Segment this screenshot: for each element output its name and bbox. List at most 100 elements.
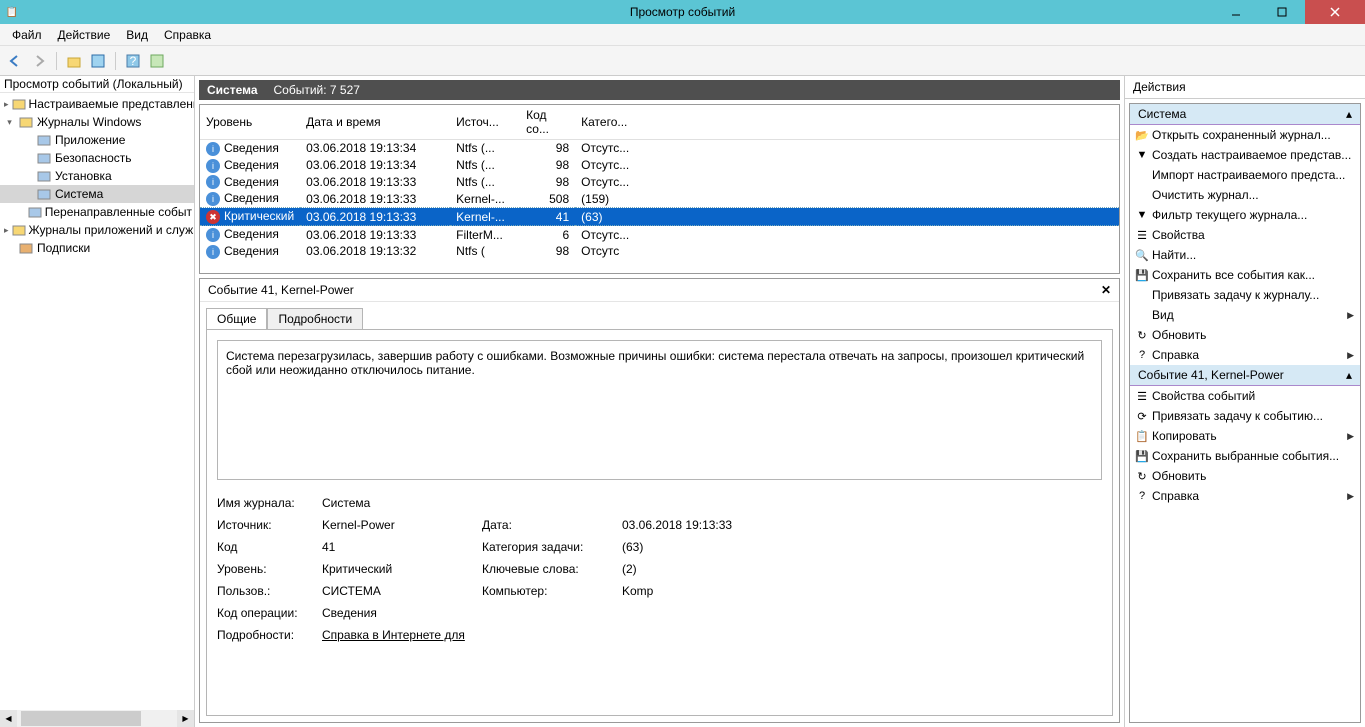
- action-item[interactable]: ↻Обновить: [1130, 325, 1360, 345]
- lbl-level: Уровень:: [217, 562, 312, 576]
- scroll-left-icon[interactable]: ◀: [0, 710, 17, 727]
- action-icon: ▼: [1134, 149, 1150, 161]
- col-1[interactable]: Дата и время: [300, 105, 450, 140]
- collapse-icon[interactable]: ▴: [1346, 368, 1352, 382]
- action-icon: ?: [1134, 349, 1150, 361]
- menu-file[interactable]: Файл: [4, 26, 50, 44]
- action-label: Найти...: [1152, 248, 1196, 262]
- scroll-right-icon[interactable]: ▶: [177, 710, 194, 727]
- action-item[interactable]: Импорт настраиваемого предста...: [1130, 165, 1360, 185]
- tree-item-2[interactable]: Приложение: [0, 131, 194, 149]
- props-button[interactable]: [87, 50, 109, 72]
- action-item[interactable]: 💾Сохранить все события как...: [1130, 265, 1360, 285]
- menu-help[interactable]: Справка: [156, 26, 219, 44]
- up-button[interactable]: [63, 50, 85, 72]
- expand-icon[interactable]: ▸: [4, 99, 9, 110]
- expand-icon[interactable]: ▸: [4, 225, 9, 236]
- lbl-code: Код: [217, 540, 312, 554]
- tree-item-1[interactable]: ▾Журналы Windows: [0, 113, 194, 131]
- val-level: Критический: [322, 562, 472, 576]
- tree-item-0[interactable]: ▸Настраиваемые представлени: [0, 95, 194, 113]
- expand-icon[interactable]: ▾: [4, 117, 15, 128]
- lbl-computer: Компьютер:: [482, 584, 612, 598]
- action-item[interactable]: Вид▶: [1130, 305, 1360, 325]
- lbl-keywords: Ключевые слова:: [482, 562, 612, 576]
- tab-general[interactable]: Общие: [206, 308, 267, 329]
- tree-item-8[interactable]: Подписки: [0, 239, 194, 257]
- close-detail-button[interactable]: ✕: [1101, 283, 1111, 297]
- tab-details[interactable]: Подробности: [267, 308, 363, 329]
- help-button[interactable]: ?: [122, 50, 144, 72]
- action-item[interactable]: 💾Сохранить выбранные события...: [1130, 446, 1360, 466]
- action-item[interactable]: 📂Открыть сохраненный журнал...: [1130, 125, 1360, 145]
- action-label: Копировать: [1152, 429, 1217, 443]
- actions-title: Действия: [1125, 76, 1365, 99]
- menu-view[interactable]: Вид: [118, 26, 156, 44]
- grid-row[interactable]: iСведения03.06.2018 19:13:33Ntfs (...98О…: [200, 174, 1119, 191]
- action-item[interactable]: Привязать задачу к журналу...: [1130, 285, 1360, 305]
- menu-action[interactable]: Действие: [50, 26, 119, 44]
- action-item[interactable]: 📋Копировать▶: [1130, 426, 1360, 446]
- grid-row[interactable]: ✖Критический03.06.2018 19:13:33Kernel-..…: [200, 208, 1119, 226]
- tree-item-6[interactable]: Перенаправленные событ: [0, 203, 194, 221]
- forward-button[interactable]: [28, 50, 50, 72]
- detail-pane: Событие 41, Kernel-Power ✕ Общие Подробн…: [199, 278, 1120, 723]
- action-item[interactable]: 🔍Найти...: [1130, 245, 1360, 265]
- action-item[interactable]: ☰Свойства: [1130, 225, 1360, 245]
- action-icon: 📋: [1134, 430, 1150, 443]
- tree-item-4[interactable]: Установка: [0, 167, 194, 185]
- val-code: 41: [322, 540, 472, 554]
- tree-item-3[interactable]: Безопасность: [0, 149, 194, 167]
- action-label: Свойства: [1152, 228, 1205, 242]
- action-item[interactable]: ▼Фильтр текущего журнала...: [1130, 205, 1360, 225]
- back-button[interactable]: [4, 50, 26, 72]
- lbl-logname: Имя журнала:: [217, 496, 312, 510]
- action-icon: ☰: [1134, 229, 1150, 242]
- action-item[interactable]: Очистить журнал...: [1130, 185, 1360, 205]
- action-label: Справка: [1152, 489, 1199, 503]
- col-4[interactable]: Катего...: [575, 105, 1119, 140]
- action-item[interactable]: ?Справка▶: [1130, 486, 1360, 506]
- minimize-button[interactable]: [1213, 0, 1259, 24]
- grid-row[interactable]: iСведения03.06.2018 19:13:33Kernel-...50…: [200, 190, 1119, 207]
- grid-row[interactable]: iСведения03.06.2018 19:13:34Ntfs (...98О…: [200, 140, 1119, 157]
- action-icon: ☰: [1134, 390, 1150, 403]
- title-bar: 📋 Просмотр событий: [0, 0, 1365, 24]
- action-item[interactable]: ☰Свойства событий: [1130, 386, 1360, 406]
- col-0[interactable]: Уровень: [200, 105, 300, 140]
- info-icon: i: [206, 175, 220, 189]
- collapse-icon[interactable]: ▴: [1346, 107, 1352, 121]
- icons-button[interactable]: [146, 50, 168, 72]
- action-label: Сохранить выбранные события...: [1152, 449, 1339, 463]
- scroll-thumb[interactable]: [21, 711, 141, 726]
- submenu-arrow-icon: ▶: [1347, 310, 1354, 321]
- action-item[interactable]: ⟳Привязать задачу к событию...: [1130, 406, 1360, 426]
- tree-item-7[interactable]: ▸Журналы приложений и служ: [0, 221, 194, 239]
- lbl-opcode: Код операции:: [217, 606, 312, 620]
- tree-item-label: Подписки: [37, 241, 90, 255]
- log-icon: [36, 150, 52, 166]
- tree-hscrollbar[interactable]: ◀ ▶: [0, 710, 194, 727]
- tree-header[interactable]: Просмотр событий (Локальный): [0, 76, 194, 93]
- event-grid[interactable]: УровеньДата и времяИсточ...Код со...Кате…: [200, 105, 1119, 273]
- grid-row[interactable]: iСведения03.06.2018 19:13:33FilterM...6О…: [200, 226, 1119, 243]
- log-icon: [28, 204, 42, 220]
- grid-row[interactable]: iСведения03.06.2018 19:13:34Ntfs (...98О…: [200, 157, 1119, 174]
- info-icon: i: [206, 159, 220, 173]
- grid-row[interactable]: iСведения03.06.2018 19:13:32Ntfs (98Отсу…: [200, 243, 1119, 260]
- val-taskcat: (63): [622, 540, 1102, 554]
- submenu-arrow-icon: ▶: [1347, 350, 1354, 361]
- close-button[interactable]: [1305, 0, 1365, 24]
- crit-icon: ✖: [206, 210, 220, 224]
- action-item[interactable]: ↻Обновить: [1130, 466, 1360, 486]
- maximize-button[interactable]: [1259, 0, 1305, 24]
- details-link[interactable]: Справка в Интернете для: [322, 628, 1102, 642]
- action-icon: ⟳: [1134, 410, 1150, 423]
- actions-section-event[interactable]: Событие 41, Kernel-Power ▴: [1130, 365, 1360, 386]
- tree-item-5[interactable]: Система: [0, 185, 194, 203]
- col-3[interactable]: Код со...: [520, 105, 575, 140]
- actions-section-system[interactable]: Система ▴: [1130, 104, 1360, 125]
- col-2[interactable]: Источ...: [450, 105, 520, 140]
- action-item[interactable]: ?Справка▶: [1130, 345, 1360, 365]
- action-item[interactable]: ▼Создать настраиваемое представ...: [1130, 145, 1360, 165]
